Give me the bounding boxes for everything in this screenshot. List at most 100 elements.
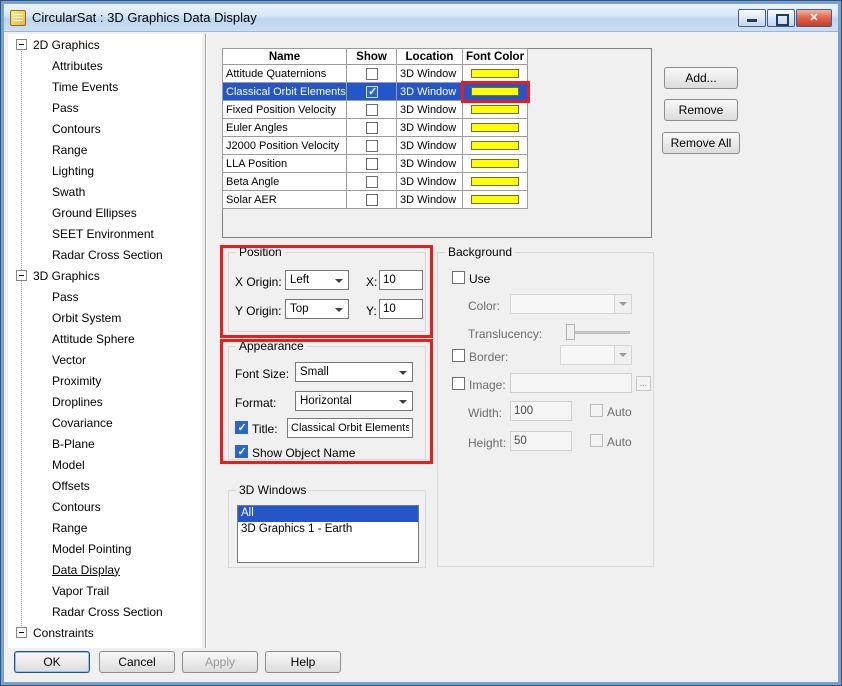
- tree-node-time-events[interactable]: Time Events: [8, 76, 202, 97]
- height-label: Height:: [468, 436, 507, 450]
- font-color-swatch[interactable]: [471, 177, 519, 187]
- table-row[interactable]: Beta Angle 3D Window: [222, 172, 528, 191]
- width-input[interactable]: [510, 401, 572, 421]
- tree-node-covariance[interactable]: Covariance: [8, 412, 202, 433]
- ok-button[interactable]: OK: [14, 651, 90, 673]
- font-color-swatch[interactable]: [471, 105, 519, 115]
- tree-node-vapor-trail[interactable]: Vapor Trail: [8, 580, 202, 601]
- data-table: Name Show Location Font Color Attitude Quat…: [222, 48, 530, 209]
- use-checkbox[interactable]: [452, 271, 465, 284]
- image-browse-button[interactable]: ...: [636, 376, 651, 391]
- show-checkbox[interactable]: [365, 121, 378, 134]
- tree-node-range[interactable]: Range: [8, 517, 202, 538]
- x-origin-select[interactable]: Left: [285, 270, 349, 290]
- show-checkbox[interactable]: [365, 103, 378, 116]
- tree-node-droplines[interactable]: Droplines: [8, 391, 202, 412]
- tree-node-contours[interactable]: Contours: [8, 118, 202, 139]
- collapse-icon[interactable]: [16, 270, 27, 281]
- table-row[interactable]: Classical Orbit Elements3D Window: [222, 80, 530, 103]
- close-button[interactable]: [796, 9, 832, 27]
- color-select[interactable]: [510, 294, 632, 314]
- tree-node-lighting[interactable]: Lighting: [8, 160, 202, 181]
- tree-node-offsets[interactable]: Offsets: [8, 475, 202, 496]
- y-origin-select[interactable]: Top: [285, 299, 349, 319]
- tree-node-range[interactable]: Range: [8, 139, 202, 160]
- column-header-font-color: Font Color: [462, 48, 528, 65]
- tree-divider[interactable]: [205, 34, 207, 648]
- 3d-windows-list[interactable]: All 3D Graphics 1 - Earth: [237, 505, 419, 563]
- column-header-name: Name: [222, 48, 347, 65]
- cancel-button[interactable]: Cancel: [99, 651, 175, 673]
- titlebar[interactable]: CircularSat : 3D Graphics Data Display: [4, 4, 838, 32]
- table-row[interactable]: J2000 Position Velocity 3D Window: [222, 136, 528, 155]
- table-row[interactable]: Solar AER 3D Window: [222, 190, 528, 209]
- tree-node-radar-cross-section[interactable]: Radar Cross Section: [8, 244, 202, 265]
- image-checkbox[interactable]: [452, 377, 465, 390]
- translucency-slider[interactable]: [566, 324, 630, 340]
- show-checkbox[interactable]: [365, 193, 378, 206]
- show-checkbox[interactable]: [365, 85, 378, 98]
- collapse-icon[interactable]: [16, 39, 27, 50]
- minimize-button[interactable]: [738, 9, 766, 27]
- tree-node-proximity[interactable]: Proximity: [8, 370, 202, 391]
- slider-thumb[interactable]: [566, 324, 575, 340]
- apply-button[interactable]: Apply: [182, 651, 258, 673]
- tree-node-data-display[interactable]: Data Display: [8, 559, 202, 580]
- table-row[interactable]: Euler Angles 3D Window: [222, 118, 528, 137]
- tree-node-seet-environment[interactable]: SEET Environment: [8, 223, 202, 244]
- table-row[interactable]: Attitude Quaternions 3D Window: [222, 64, 528, 83]
- tree-node-attitude-sphere[interactable]: Attitude Sphere: [8, 328, 202, 349]
- tree-node-radar-cross-section[interactable]: Radar Cross Section: [8, 601, 202, 622]
- tree-node-model[interactable]: Model: [8, 454, 202, 475]
- tree-node-swath[interactable]: Swath: [8, 181, 202, 202]
- show-object-name-checkbox[interactable]: [235, 445, 248, 458]
- tree-node-orbit-system[interactable]: Orbit System: [8, 307, 202, 328]
- border-style-select[interactable]: [560, 345, 632, 365]
- list-item[interactable]: All: [238, 506, 418, 522]
- font-color-swatch[interactable]: [471, 141, 519, 151]
- tree-node-contours[interactable]: Contours: [8, 496, 202, 517]
- show-checkbox[interactable]: [365, 67, 378, 80]
- height-auto-checkbox[interactable]: [590, 434, 603, 447]
- tree-node-b-plane[interactable]: B-Plane: [8, 433, 202, 454]
- image-path-input[interactable]: [510, 373, 632, 393]
- help-button[interactable]: Help: [265, 651, 341, 673]
- table-row[interactable]: Fixed Position Velocity 3D Window: [222, 100, 528, 119]
- title-checkbox[interactable]: [235, 421, 248, 434]
- show-checkbox[interactable]: [365, 175, 378, 188]
- show-checkbox[interactable]: [365, 157, 378, 170]
- maximize-button[interactable]: [767, 9, 795, 27]
- tree-node-2d-graphics[interactable]: 2D Graphics: [8, 34, 202, 55]
- list-item[interactable]: 3D Graphics 1 - Earth: [238, 522, 418, 538]
- use-label: Use: [469, 272, 491, 286]
- add-button[interactable]: Add...: [664, 67, 738, 89]
- tree-node-vector[interactable]: Vector: [8, 349, 202, 370]
- collapse-icon[interactable]: [16, 627, 27, 638]
- width-auto-checkbox[interactable]: [590, 404, 603, 417]
- font-size-select[interactable]: Small: [295, 362, 413, 382]
- y-input[interactable]: [379, 299, 423, 319]
- font-color-swatch[interactable]: [471, 159, 519, 169]
- border-checkbox[interactable]: [452, 349, 465, 362]
- tree-node-pass[interactable]: Pass: [8, 286, 202, 307]
- remove-button[interactable]: Remove: [664, 99, 738, 121]
- font-color-swatch[interactable]: [471, 195, 519, 205]
- tree-node-model-pointing[interactable]: Model Pointing: [8, 538, 202, 559]
- font-color-swatch[interactable]: [471, 69, 519, 79]
- remove-all-button[interactable]: Remove All: [662, 132, 740, 154]
- table-row[interactable]: LLA Position 3D Window: [222, 154, 528, 173]
- height-input[interactable]: [510, 431, 572, 451]
- show-checkbox[interactable]: [365, 139, 378, 152]
- chevron-down-icon: [399, 371, 407, 375]
- 3d-windows-group: 3D Windows All 3D Graphics 1 - Earth: [228, 483, 426, 568]
- format-select[interactable]: Horizontal: [295, 391, 413, 411]
- title-input[interactable]: [287, 418, 413, 438]
- tree-node-ground-ellipses[interactable]: Ground Ellipses: [8, 202, 202, 223]
- tree-node-3d-graphics[interactable]: 3D Graphics: [8, 265, 202, 286]
- font-color-swatch[interactable]: [471, 123, 519, 133]
- tree-node-constraints[interactable]: Constraints: [8, 622, 202, 643]
- tree-node-attributes[interactable]: Attributes: [8, 55, 202, 76]
- font-color-swatch[interactable]: [471, 87, 519, 97]
- tree-node-pass[interactable]: Pass: [8, 97, 202, 118]
- x-input[interactable]: [379, 270, 423, 290]
